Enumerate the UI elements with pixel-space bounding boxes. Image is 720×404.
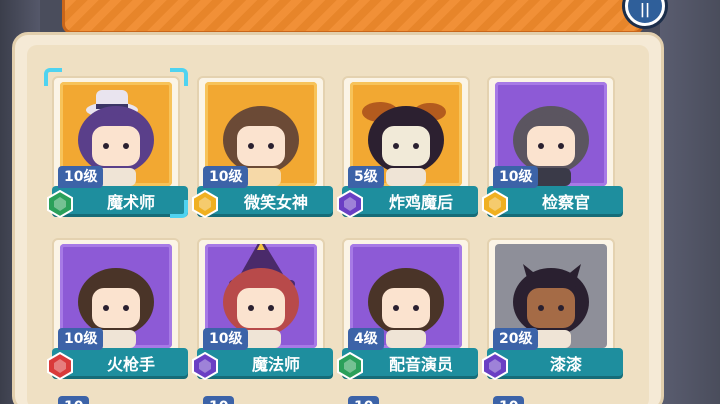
character-card[interactable]: 10级 火枪手 (47, 238, 188, 381)
level-badge: 10级 (58, 166, 104, 188)
character-name: 炸鸡魔后 (388, 193, 453, 212)
character-name: 火枪手 (106, 355, 155, 374)
level-badge: 10级 (203, 328, 249, 350)
character-name: 微笑女神 (243, 193, 308, 212)
level-badge: 10级 (203, 166, 249, 188)
background-right (660, 0, 720, 404)
character-name: 漆漆 (549, 355, 582, 374)
selection-corner (170, 68, 188, 86)
rarity-hexagon-icon (46, 351, 74, 381)
character-card[interactable]: 4级 配音演员 (337, 238, 478, 381)
character-name: 配音演员 (388, 355, 453, 374)
level-badge: 4级 (348, 328, 384, 350)
character-card[interactable]: 10级 魔法师 (192, 238, 333, 381)
character-card[interactable]: 5级 炸鸡魔后 (337, 76, 478, 219)
character-card[interactable]: 10级微笑女神 (192, 76, 333, 219)
character-card[interactable]: 10级 检察官 (482, 76, 623, 219)
rarity-hexagon-icon (336, 351, 364, 381)
level-badge: 10级 (58, 328, 104, 350)
level-badge: 10 (493, 396, 525, 404)
level-badge: 10 (203, 396, 235, 404)
rarity-hexagon-icon (191, 351, 219, 381)
level-badge: 10级 (493, 166, 539, 188)
level-badge: 20级 (493, 328, 539, 350)
selection-corner (170, 200, 188, 218)
rarity-hexagon-icon (481, 189, 509, 219)
top-banner (62, 0, 644, 34)
rarity-hexagon-icon (481, 351, 509, 381)
level-badge: 10 (348, 396, 380, 404)
rarity-hexagon-icon (336, 189, 364, 219)
rarity-hexagon-icon (191, 189, 219, 219)
level-badge: 5级 (348, 166, 384, 188)
level-badge: 10 (58, 396, 90, 404)
character-name: 检察官 (541, 193, 590, 212)
character-card[interactable]: 10级 魔术师 (44, 68, 188, 219)
rarity-hexagon-icon (46, 189, 74, 219)
character-card[interactable]: 20级 漆漆 (482, 238, 623, 381)
selection-corner (44, 68, 62, 86)
character-name: 魔法师 (251, 355, 300, 374)
